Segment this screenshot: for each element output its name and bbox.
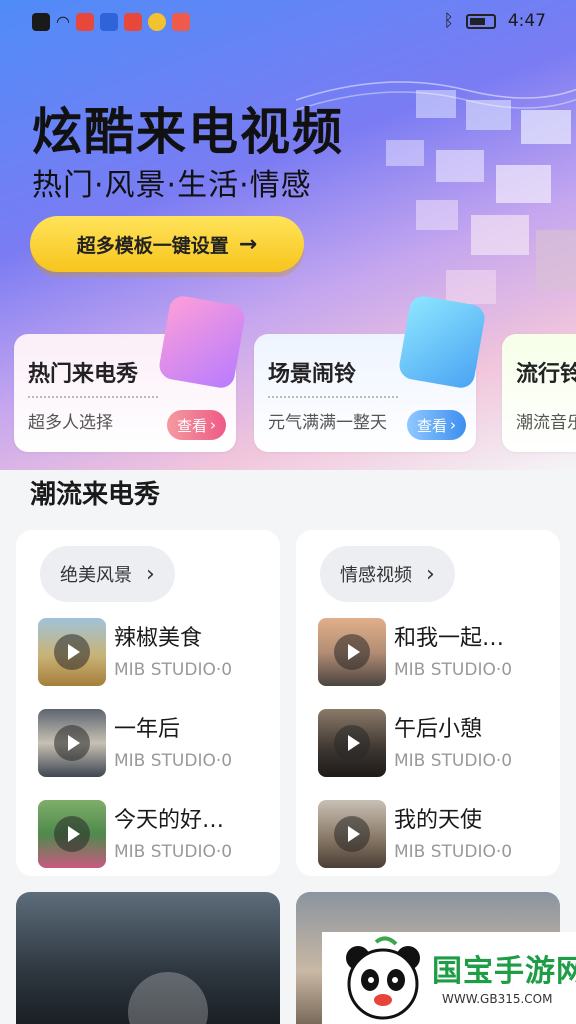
play-icon (334, 634, 370, 670)
video-title: 和我一起… (394, 626, 505, 651)
video-preview-card[interactable] (16, 892, 280, 1024)
video-meta: MIB STUDIO·0 (114, 660, 233, 680)
watermark-name: 国宝手游网 (432, 954, 576, 989)
hero-title: 炫酷来电视频 (32, 103, 344, 161)
arrow-right-icon: → (238, 231, 258, 257)
video-item[interactable]: 辣椒美食 MIB STUDIO·0 (38, 618, 268, 686)
video-thumbnail (318, 618, 386, 686)
category-chip-emotion[interactable]: 情感视频 › (320, 546, 455, 602)
hero-subtitle: 热门·风景·生活·情感 (32, 168, 312, 203)
gramophone-illustration-icon (397, 294, 487, 390)
category-desc: 元气满满一整天 (268, 413, 387, 433)
video-title: 我的天使 (394, 808, 483, 833)
one-click-setup-button[interactable]: 超多模板一键设置 → (30, 216, 304, 272)
bluetooth-icon: ᛒ (443, 11, 454, 31)
category-chip-scenery[interactable]: 绝美风景 › (40, 546, 175, 602)
chevron-right-icon: › (210, 416, 216, 434)
app-notification-icon (123, 12, 142, 31)
video-thumbnail (38, 709, 106, 777)
battery-icon (465, 13, 496, 29)
video-item[interactable]: 今天的好… MIB STUDIO·0 (38, 800, 268, 868)
video-meta: MIB STUDIO·0 (114, 751, 233, 771)
video-title: 一年后 (114, 717, 181, 742)
view-button-label: 查看 (176, 416, 207, 435)
chip-label: 绝美风景 (60, 565, 132, 586)
clock: 4:47 (507, 11, 546, 31)
video-panel-emotion: 情感视频 › 和我一起… MIB STUDIO·0 午后小憩 MIB STUDI… (296, 530, 560, 876)
app-notification-icon (75, 12, 94, 31)
notification-icons: ◠ (32, 12, 190, 31)
alert-icon (32, 12, 50, 31)
play-icon (54, 634, 90, 670)
play-icon (334, 816, 370, 852)
chip-label: 情感视频 (340, 565, 412, 586)
category-card-popular-ringtone[interactable]: 流行铃 潮流音乐 (502, 334, 576, 452)
phone-illustration-icon (157, 294, 247, 390)
divider (28, 396, 158, 398)
video-thumbnail (38, 618, 106, 686)
video-item[interactable]: 午后小憩 MIB STUDIO·0 (318, 709, 548, 777)
video-item[interactable]: 和我一起… MIB STUDIO·0 (318, 618, 548, 686)
category-desc: 潮流音乐 (516, 413, 576, 433)
video-meta: MIB STUDIO·0 (394, 751, 513, 771)
view-button[interactable]: 查看 › (166, 410, 226, 440)
video-title: 今天的好… (114, 808, 225, 833)
video-panel-scenery: 绝美风景 › 辣椒美食 MIB STUDIO·0 一年后 MIB STUDIO·… (16, 530, 280, 876)
watermark: 国宝手游网 WWW.GB315.COM (322, 932, 576, 1024)
video-meta: MIB STUDIO·0 (394, 842, 513, 862)
panda-logo-icon (346, 936, 420, 1020)
section-title: 潮流来电秀 (30, 480, 161, 510)
chevron-right-icon: › (146, 561, 155, 587)
wifi-icon: ◠ (56, 12, 70, 31)
video-meta: MIB STUDIO·0 (114, 842, 233, 862)
video-title: 午后小憩 (394, 717, 483, 742)
play-icon (128, 972, 208, 1024)
divider (268, 396, 398, 398)
video-title: 辣椒美食 (114, 626, 203, 651)
video-thumbnail (318, 800, 386, 868)
weibo-icon (147, 12, 166, 31)
watermark-url: WWW.GB315.COM (442, 992, 553, 1006)
play-icon (334, 725, 370, 761)
category-desc: 超多人选择 (28, 413, 113, 433)
video-meta: MIB STUDIO·0 (394, 660, 513, 680)
category-title: 流行铃 (516, 362, 576, 387)
chevron-right-icon: › (426, 561, 435, 587)
app-notification-icon (99, 12, 118, 31)
chevron-right-icon: › (450, 416, 456, 434)
category-title: 热门来电秀 (28, 362, 139, 387)
video-item[interactable]: 一年后 MIB STUDIO·0 (38, 709, 268, 777)
play-icon (54, 725, 90, 761)
video-thumbnail (38, 800, 106, 868)
video-thumbnail (318, 709, 386, 777)
system-icons: ᛒ 4:47 (444, 11, 546, 31)
video-item[interactable]: 我的天使 MIB STUDIO·0 (318, 800, 548, 868)
view-button-label: 查看 (416, 416, 447, 435)
status-bar: ◠ ᛒ 4:47 (0, 0, 576, 44)
category-title: 场景闹铃 (268, 362, 357, 387)
play-icon (54, 816, 90, 852)
view-button[interactable]: 查看 › (406, 410, 466, 440)
app-notification-icon (171, 12, 190, 31)
cta-label: 超多模板一键设置 (76, 234, 229, 257)
